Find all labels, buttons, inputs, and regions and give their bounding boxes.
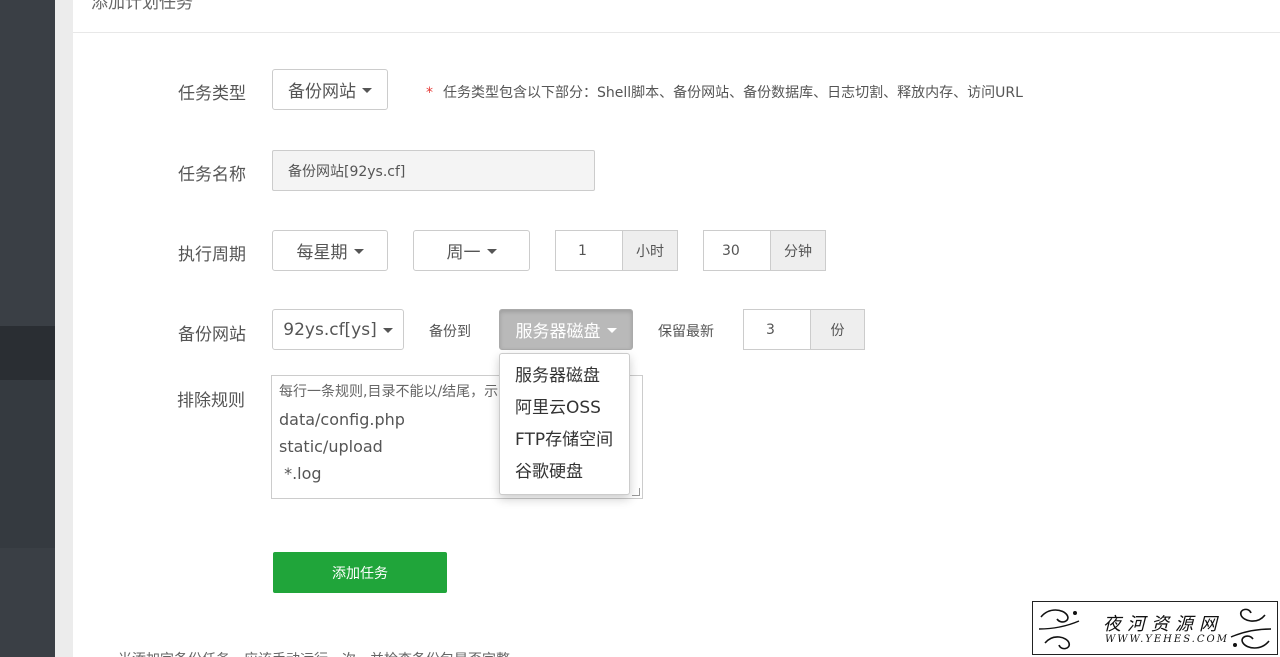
cycle-label: 执行周期: [178, 245, 246, 265]
watermark-text: 夜河资源网: [1103, 614, 1223, 635]
task-type-select[interactable]: 备份网站: [272, 69, 388, 110]
menu-item-ftp-storage[interactable]: FTP存储空间: [500, 424, 629, 456]
panel-title: 添加计划任务: [91, 0, 193, 13]
caret-down-icon: [606, 328, 617, 333]
backup-to-value: 服务器磁盘: [515, 322, 601, 342]
resize-handle-icon[interactable]: [632, 488, 640, 496]
caret-down-icon: [486, 249, 497, 254]
cycle-weekday-select[interactable]: 周一: [413, 230, 530, 271]
add-task-panel: 添加计划任务 任务类型 备份网站 * 任务类型包含以下部分：Shell脚本、备份网…: [73, 0, 1280, 657]
title-divider: [73, 32, 1280, 33]
task-name-input[interactable]: 备份网站[92ys.cf]: [272, 150, 595, 191]
sidebar-section: [0, 380, 55, 548]
watermark-url: WWW.YEHES.COM: [1105, 634, 1229, 645]
menu-item-aliyun-oss[interactable]: 阿里云OSS: [500, 392, 629, 424]
task-name-label: 任务名称: [178, 165, 246, 185]
content-gutter: [55, 0, 73, 657]
sidebar-item-active[interactable]: [0, 326, 55, 380]
exclude-rules-label: 排除规则: [177, 391, 245, 411]
backup-site-label: 备份网站: [178, 325, 246, 345]
minute-input[interactable]: 30: [703, 230, 771, 271]
keep-latest-label: 保留最新: [658, 324, 714, 340]
menu-item-google-drive[interactable]: 谷歌硬盘: [500, 456, 629, 488]
sidebar: [0, 0, 55, 657]
cycle-weekday-value: 周一: [446, 243, 481, 263]
backup-to-menu: 服务器磁盘 阿里云OSS FTP存储空间 谷歌硬盘: [499, 353, 630, 495]
keep-unit-addon: 份: [810, 309, 865, 350]
hour-unit-addon: 小时: [622, 230, 678, 271]
add-task-button[interactable]: 添加任务: [273, 552, 447, 593]
caret-down-icon: [353, 249, 364, 254]
task-type-label: 任务类型: [178, 84, 246, 104]
task-type-note-text: 任务类型包含以下部分：Shell脚本、备份网站、备份数据库、日志切割、释放内存、…: [443, 85, 1023, 101]
backup-to-label: 备份到: [429, 324, 471, 340]
hour-input[interactable]: 1: [555, 230, 623, 271]
footer-note: 当添加完备份任务，应该手动运行一次，并检查备份包是否完整: [118, 649, 510, 657]
minute-unit-addon: 分钟: [770, 230, 826, 271]
cycle-period-select[interactable]: 每星期: [272, 230, 388, 271]
task-type-value: 备份网站: [288, 82, 356, 102]
required-star: *: [426, 85, 433, 101]
backup-to-select[interactable]: 服务器磁盘: [499, 309, 633, 350]
watermark-logo: 夜河资源网 WWW.YEHES.COM: [1032, 601, 1278, 655]
task-type-note: * 任务类型包含以下部分：Shell脚本、备份网站、备份数据库、日志切割、释放内存…: [426, 82, 1023, 102]
backup-site-value: 92ys.cf[ys]: [283, 319, 377, 340]
cycle-period-value: 每星期: [296, 243, 348, 263]
keep-count-input[interactable]: 3: [743, 309, 811, 350]
caret-down-icon: [382, 328, 393, 333]
menu-item-server-disk[interactable]: 服务器磁盘: [500, 360, 629, 392]
caret-down-icon: [362, 88, 372, 93]
ornament-left-icon: [1038, 609, 1080, 650]
ornament-right-icon: [1230, 608, 1272, 649]
backup-site-select[interactable]: 92ys.cf[ys]: [272, 309, 404, 350]
